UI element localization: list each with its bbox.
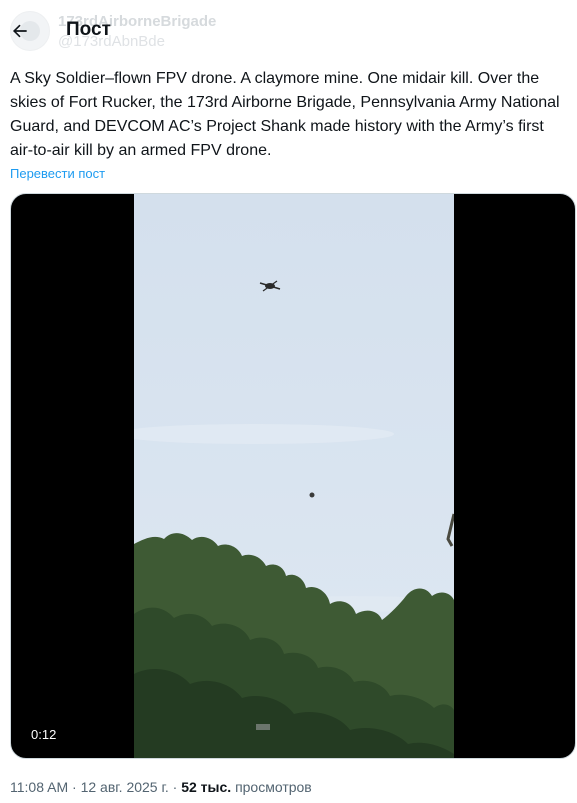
top-bar: 173rdAirborneBrigade @173rdAbnBde Пост xyxy=(0,0,577,64)
post-metadata: 11:08 AM · 12 авг. 2025 г. · 52 тыс. про… xyxy=(10,779,312,795)
target-drone-shape xyxy=(309,492,315,498)
meta-separator: · xyxy=(168,779,182,795)
page-title: Пост xyxy=(66,19,111,40)
views-label: просмотров xyxy=(235,779,312,795)
video-frame xyxy=(134,194,454,758)
video-thumbnail xyxy=(134,280,454,758)
arrow-left-icon xyxy=(12,24,27,38)
back-button[interactable] xyxy=(6,17,34,45)
drone-shape xyxy=(259,280,281,292)
translate-post-link[interactable]: Перевести пост xyxy=(10,166,105,181)
video-player[interactable]: 0:12 xyxy=(10,193,576,759)
meta-separator: · xyxy=(68,779,81,795)
video-duration-badge: 0:12 xyxy=(25,724,63,745)
post-time[interactable]: 11:08 AM xyxy=(10,779,68,795)
post-text: A Sky Soldier–flown FPV drone. A claymor… xyxy=(10,70,560,159)
post-date[interactable]: 12 авг. 2025 г. xyxy=(81,779,169,795)
views-count: 52 тыс. xyxy=(181,779,232,795)
